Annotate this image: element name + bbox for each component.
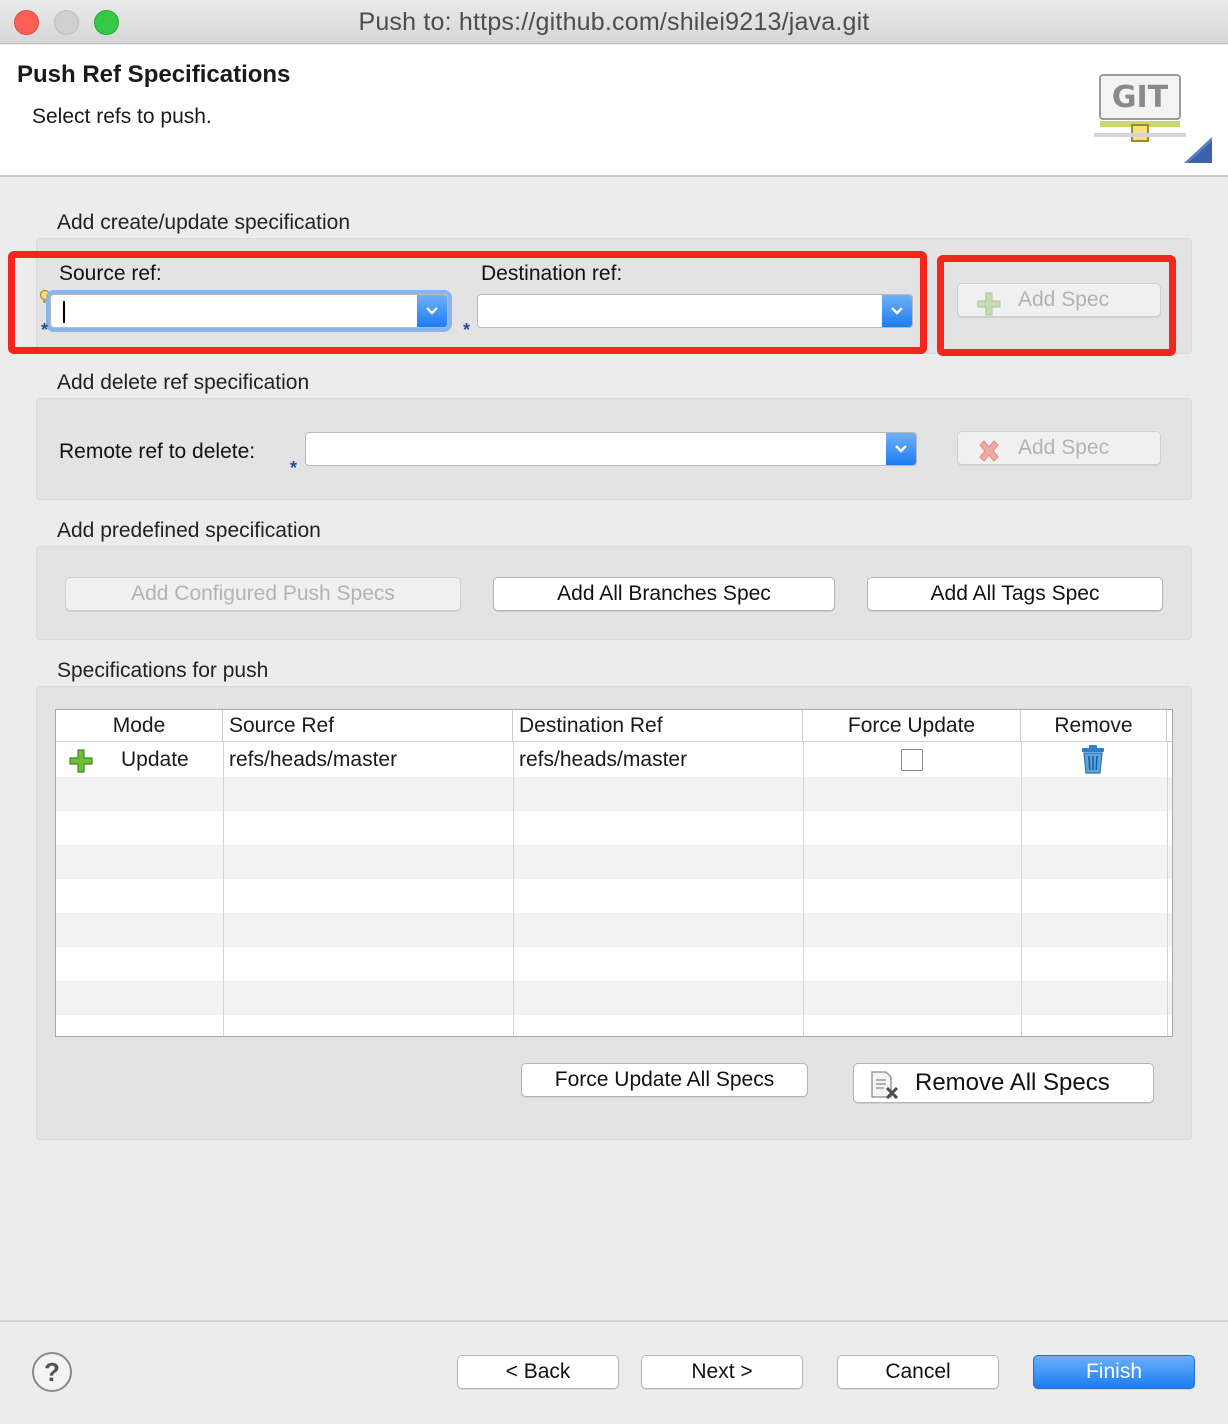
force-update-all-specs-button[interactable]: Force Update All Specs: [521, 1063, 808, 1097]
row-source-ref: refs/heads/master: [229, 748, 398, 771]
column-divider: [1167, 742, 1168, 1036]
cancel-button[interactable]: Cancel: [837, 1355, 999, 1389]
footer-divider: [0, 1320, 1228, 1322]
add-delete-spec-button[interactable]: Add Spec: [957, 431, 1161, 465]
highlight-box-add-spec: [937, 255, 1176, 356]
plus-icon: [69, 749, 93, 773]
row-mode: Update: [121, 748, 189, 771]
remote-ref-combo[interactable]: [305, 432, 917, 466]
specs-table: Mode Source Ref Destination Ref Force Up…: [55, 709, 1173, 1037]
remove-all-icon: [871, 1071, 899, 1099]
title-bar: Push to: https://github.com/shilei9213/j…: [0, 0, 1228, 44]
column-header-mode-label: Mode: [112, 714, 166, 737]
git-logo-icon: GIT: [1094, 74, 1212, 163]
column-divider: [513, 742, 514, 1036]
predefined-group-label: Add predefined specification: [57, 519, 321, 542]
column-divider: [1021, 742, 1022, 1036]
wizard-header: Push Ref Specifications Select refs to p…: [0, 45, 1228, 177]
window-title: Push to: https://github.com/shilei9213/j…: [358, 8, 870, 36]
page-title: Push Ref Specifications: [17, 61, 291, 88]
remote-ref-dropdown-button[interactable]: [886, 433, 916, 465]
chevron-down-icon: [895, 445, 907, 453]
back-button[interactable]: < Back: [457, 1355, 619, 1389]
highlight-box-refs: [8, 251, 927, 354]
column-header-source-ref[interactable]: Source Ref: [223, 710, 513, 742]
remote-ref-label: Remote ref to delete:: [59, 440, 256, 463]
add-all-tags-spec-button[interactable]: Add All Tags Spec: [867, 577, 1163, 611]
add-all-branches-spec-button[interactable]: Add All Branches Spec: [493, 577, 835, 611]
column-header-force-update[interactable]: Force Update: [803, 710, 1021, 742]
row-destination-ref: refs/heads/master: [519, 748, 688, 771]
column-divider: [223, 742, 224, 1036]
delete-ref-group-label: Add delete ref specification: [57, 371, 310, 394]
help-button[interactable]: ?: [32, 1352, 72, 1392]
push-dialog: Push to: https://github.com/shilei9213/j…: [0, 0, 1228, 1424]
next-button[interactable]: Next >: [641, 1355, 803, 1389]
create-update-group-label: Add create/update specification: [57, 211, 351, 234]
delete-x-icon: [979, 440, 999, 462]
column-divider: [803, 742, 804, 1036]
add-configured-push-specs-button[interactable]: Add Configured Push Specs: [65, 577, 461, 611]
trash-icon[interactable]: [1080, 745, 1106, 775]
finish-button[interactable]: Finish: [1033, 1355, 1195, 1389]
remove-all-specs-button[interactable]: Remove All Specs: [853, 1063, 1154, 1103]
column-header-remove[interactable]: Remove: [1021, 710, 1167, 742]
add-delete-spec-button-label: Add Spec: [1018, 436, 1110, 459]
page-subtitle: Select refs to push.: [32, 105, 212, 128]
force-update-checkbox[interactable]: [901, 749, 923, 771]
required-marker: *: [290, 458, 298, 478]
remove-all-specs-label: Remove All Specs: [915, 1069, 1110, 1096]
table-row[interactable]: Update refs/heads/master refs/heads/mast…: [56, 743, 1172, 777]
column-header-destination-ref[interactable]: Destination Ref: [513, 710, 803, 742]
column-header-filler: [1167, 710, 1172, 742]
column-header-mode[interactable]: Mode: [56, 710, 223, 742]
specs-group-label: Specifications for push: [57, 659, 269, 682]
git-logo-text: GIT: [1112, 80, 1169, 115]
